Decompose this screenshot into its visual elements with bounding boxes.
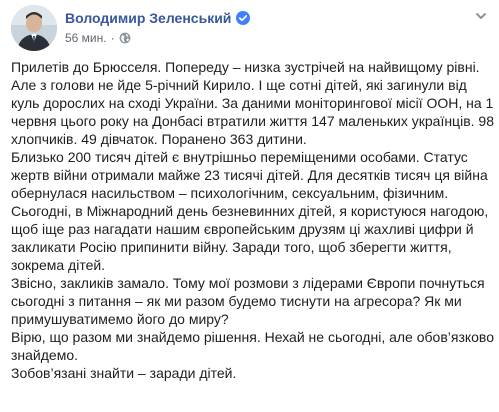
chevron-down-icon[interactable] <box>473 8 489 24</box>
post-paragraph: Звісно, закликів замало. Тому мої розмов… <box>11 275 485 327</box>
post-paragraph: Сьогодні, в Міжнародний день безневинних… <box>11 203 489 273</box>
post-paragraph: Зобов’язані знайти – заради дітей. <box>11 365 237 381</box>
avatar-portrait-icon <box>11 5 57 51</box>
verified-badge-icon <box>236 11 251 25</box>
author-avatar[interactable] <box>11 5 57 51</box>
post-paragraph: Прилетів до Брюсселя. Попереду – низка з… <box>11 59 494 147</box>
meta-separator: · <box>110 31 115 45</box>
post-paragraph: Близько 200 тисяч дітей є внутрішньо пер… <box>11 149 488 201</box>
author-line: Володимир Зеленський <box>65 9 251 27</box>
post-meta: 56 мин. · <box>65 30 131 46</box>
post-header: Володимир Зеленський 56 мин. · <box>11 4 491 52</box>
globe-icon[interactable] <box>119 32 131 44</box>
facebook-post: Володимир Зеленський 56 мин. · Прилетів … <box>0 0 499 412</box>
post-timestamp[interactable]: 56 мин. <box>65 30 107 46</box>
post-body: Прилетів до Брюсселя. Попереду – низка з… <box>11 58 495 382</box>
post-paragraph: Вірю, що разом ми знайдемо рішення. Неха… <box>11 329 494 363</box>
author-name[interactable]: Володимир Зеленський <box>65 9 231 27</box>
